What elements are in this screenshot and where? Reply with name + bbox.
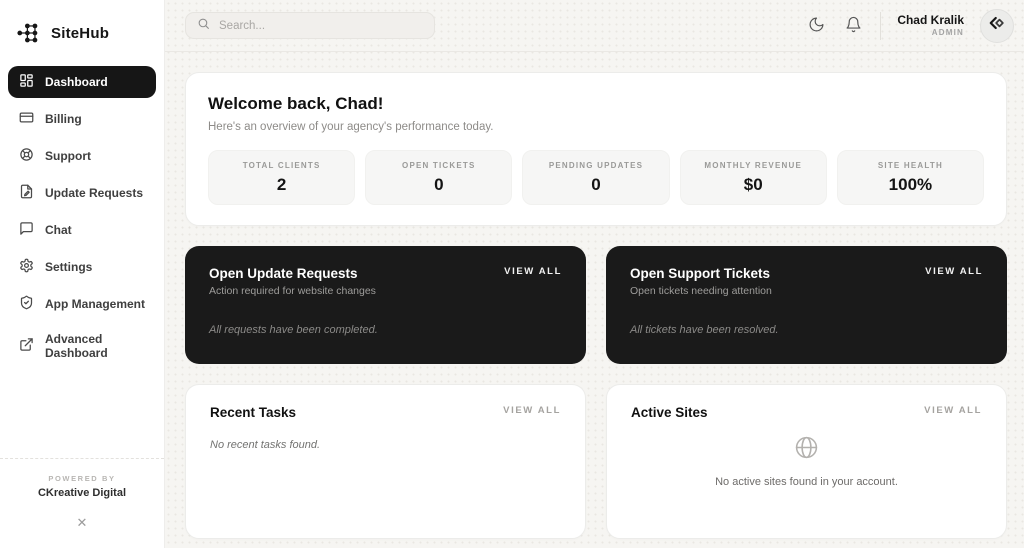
stat-value: 100% (888, 174, 933, 194)
powered-by-label: POWERED BY (48, 474, 116, 483)
stat-label: TOTAL CLIENTS (242, 160, 321, 170)
close-icon[interactable]: ✕ (77, 515, 88, 531)
header-right: Chad Kralik ADMIN (806, 8, 1014, 43)
sidebar-item-label: Settings (45, 260, 93, 274)
empty-message: All tickets have been resolved. (630, 324, 779, 336)
stat-value: 0 (434, 174, 444, 194)
search-input[interactable] (219, 19, 423, 32)
stat-value: 0 (591, 174, 601, 194)
panel-title: Open Support Tickets (630, 266, 771, 281)
shield-check-icon (19, 295, 34, 313)
panel-title: Open Update Requests (209, 266, 358, 281)
bell-icon (845, 16, 862, 36)
sidebar-item-label: Chat (45, 223, 72, 237)
panel-title: Recent Tasks (210, 405, 297, 420)
empty-message: All requests have been completed. (209, 324, 378, 336)
stat-value: 2 (276, 174, 287, 194)
app-root: SiteHub Dashboard Billing Support Update… (0, 0, 1024, 548)
brand-name: SiteHub (51, 24, 110, 42)
stat-label: MONTHLY REVENUE (704, 160, 802, 170)
panel-subtitle: Open tickets needing attention (630, 285, 772, 297)
sidebar: SiteHub Dashboard Billing Support Update… (0, 0, 165, 548)
active-sites-empty-state: No active sites found in your account. (631, 435, 982, 488)
sidebar-item-chat[interactable]: Chat (8, 214, 156, 246)
sidebar-item-label: Update Requests (45, 186, 144, 200)
welcome-card: Welcome back, Chad! Here's an overview o… (185, 72, 1007, 226)
main-area: Chad Kralik ADMIN Welcome back, Chad! (165, 0, 1024, 548)
welcome-title: Welcome back, Chad! (208, 94, 384, 113)
credit-card-icon (19, 110, 34, 128)
user-role: ADMIN (931, 28, 964, 37)
stat-pending-updates: PENDING UPDATES 0 (522, 150, 670, 205)
sidebar-item-label: Advanced Dashboard (45, 332, 108, 360)
sidebar-item-label: Support (45, 149, 91, 163)
stat-total-clients: TOTAL CLIENTS 2 (208, 150, 356, 205)
search-box[interactable] (185, 12, 435, 39)
notifications-button[interactable] (843, 14, 864, 38)
stat-label: SITE HEALTH (877, 160, 943, 170)
lifebuoy-icon (19, 147, 34, 165)
view-all-link[interactable]: VIEW ALL (925, 266, 983, 277)
moon-icon (808, 16, 825, 36)
external-link-icon (19, 337, 34, 355)
sidebar-item-label: Billing (45, 112, 82, 126)
dashboard-grid-icon (19, 73, 34, 91)
view-all-link[interactable]: VIEW ALL (504, 266, 562, 277)
sidebar-item-settings[interactable]: Settings (8, 251, 156, 283)
bottom-panels-row: Recent Tasks VIEW ALL No recent tasks fo… (185, 384, 1007, 539)
brand-logo[interactable]: SiteHub (0, 14, 164, 66)
file-pen-icon (19, 184, 34, 202)
sidebar-item-support[interactable]: Support (8, 140, 156, 172)
active-sites-panel: Active Sites VIEW ALL No active sites fo… (606, 384, 1007, 539)
view-all-link[interactable]: VIEW ALL (503, 405, 561, 416)
sidebar-item-app-management[interactable]: App Management (8, 288, 156, 320)
stat-open-tickets: OPEN TICKETS 0 (365, 150, 513, 205)
stats-row: TOTAL CLIENTS 2 OPEN TICKETS 0 PENDING U… (208, 150, 985, 205)
gear-icon (19, 258, 34, 276)
stat-label: PENDING UPDATES (548, 160, 644, 170)
welcome-subtitle: Here's an overview of your agency's perf… (208, 121, 494, 133)
dashboard-content: Welcome back, Chad! Here's an overview o… (165, 52, 1024, 548)
sidebar-item-label: Dashboard (45, 75, 108, 89)
avatar[interactable] (980, 8, 1014, 43)
panel-subtitle: Action required for website changes (209, 285, 376, 297)
open-update-requests-panel: Open Update Requests Action required for… (185, 246, 586, 364)
agency-logo-icon (987, 13, 1007, 38)
sitehub-logo-icon (16, 20, 42, 46)
empty-message: No active sites found in your account. (715, 476, 898, 488)
sidebar-item-advanced-dashboard[interactable]: Advanced Dashboard (8, 325, 156, 367)
panel-title: Active Sites (631, 405, 708, 420)
stat-value: $0 (743, 174, 763, 194)
stat-site-health: SITE HEALTH 100% (836, 150, 985, 205)
sidebar-item-dashboard[interactable]: Dashboard (8, 66, 156, 98)
stat-label: OPEN TICKETS (402, 160, 476, 170)
search-icon (197, 17, 210, 35)
top-header: Chad Kralik ADMIN (165, 0, 1024, 52)
powered-by-name: CKreative Digital (37, 487, 127, 499)
globe-icon (794, 435, 819, 465)
dark-mode-toggle[interactable] (806, 14, 827, 38)
sidebar-item-label: App Management (45, 297, 146, 311)
sidebar-item-update-requests[interactable]: Update Requests (8, 177, 156, 209)
recent-tasks-panel: Recent Tasks VIEW ALL No recent tasks fo… (185, 384, 586, 539)
header-divider (880, 11, 882, 40)
chat-bubble-icon (19, 221, 34, 239)
sidebar-item-billing[interactable]: Billing (8, 103, 156, 135)
user-block: Chad Kralik ADMIN (897, 13, 964, 38)
empty-message: No recent tasks found. (210, 439, 321, 451)
sidebar-nav: Dashboard Billing Support Update Request… (0, 66, 164, 367)
stat-monthly-revenue: MONTHLY REVENUE $0 (679, 150, 827, 205)
user-name: Chad Kralik (897, 13, 964, 27)
view-all-link[interactable]: VIEW ALL (924, 405, 982, 416)
sidebar-footer: POWERED BY CKreative Digital ✕ (0, 458, 164, 532)
open-support-tickets-panel: Open Support Tickets Open tickets needin… (606, 246, 1007, 364)
dark-panels-row: Open Update Requests Action required for… (185, 246, 1007, 364)
